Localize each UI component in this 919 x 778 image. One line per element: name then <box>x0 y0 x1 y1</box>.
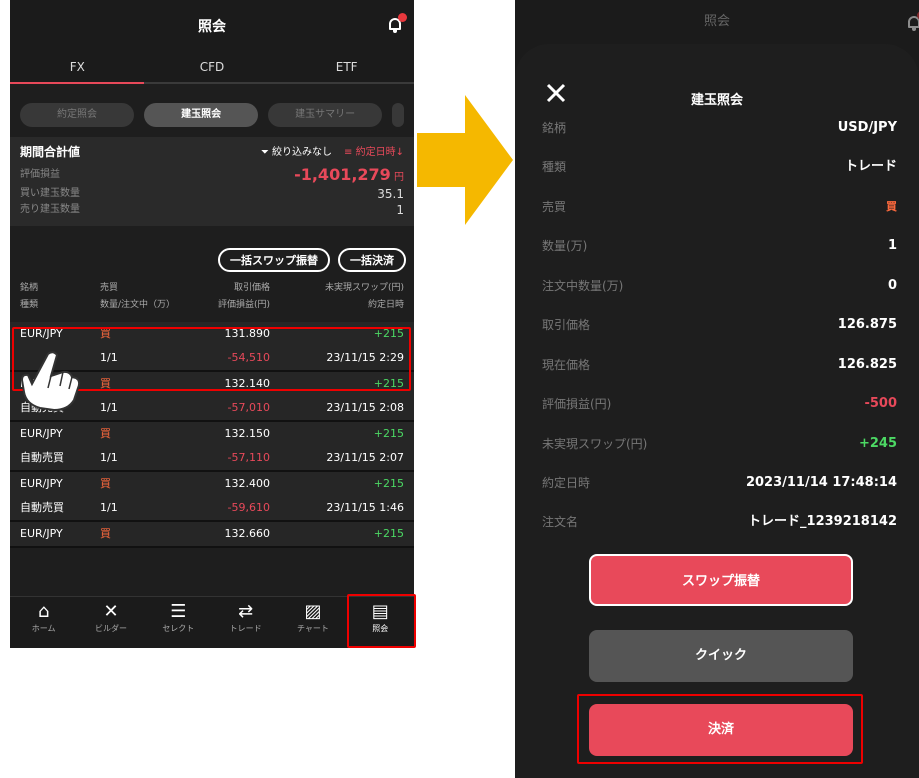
detail-row: 注文中数量(万) 0 <box>542 278 897 293</box>
bulk-swap-button[interactable]: 一括スワップ振替 <box>218 248 330 272</box>
segment-positions[interactable]: 建玉照会 <box>144 103 259 127</box>
position-row[interactable]: EUR/JPY 買 132.660 +215 <box>10 522 414 548</box>
detail-row: 数量(万) 1 <box>542 238 897 253</box>
chart-icon: ▨ <box>304 601 322 622</box>
position-row[interactable]: EUR/JPY 買 132.150 +215 自動売買 1/1 -57,110 23/11/… <box>10 422 414 472</box>
nav-home[interactable]: ⌂ ホーム <box>10 597 77 648</box>
detail-row: 約定日時 2023/11/14 17:48:14 <box>542 475 897 490</box>
nav-chart[interactable]: ▨ チャート <box>279 597 346 648</box>
nav-builder[interactable]: ✕ ビルダー <box>77 597 144 648</box>
sheet-title: 建玉照会 <box>690 93 743 108</box>
table-header: 銘柄 売買 取引価格 未実現スワップ(円) 種類 数量/注文中（万） 評価損益(円) 約定日… <box>20 283 404 310</box>
highlight-settle-button <box>577 694 863 764</box>
summary-row-buy: 買い建玉数量 35.1 <box>20 187 404 201</box>
position-detail-sheet: 建玉照会 銘柄 USD/JPY 種類 トレード 売買買 数量(万) 1 注文中数量(万… <box>515 44 919 778</box>
detail-row: 売買買 <box>542 200 897 214</box>
detail-row: 注文名 トレード_1239218142 <box>542 514 897 529</box>
segment-execution[interactable]: 約定照会 <box>20 103 135 127</box>
tab-fx[interactable]: FX <box>10 54 145 82</box>
bulk-actions: 一括スワップ振替 一括決済 <box>10 226 414 280</box>
select-icon: ☰ <box>170 601 187 622</box>
arrow-right-icon <box>417 95 513 225</box>
sort-button[interactable]: ≡ 約定日時↓ <box>344 143 404 160</box>
hand-pointer-icon <box>20 351 81 412</box>
tools-icon: ✕ <box>103 601 119 622</box>
filter-icon: ⏷ <box>260 147 273 158</box>
detail-row: 銘柄 USD/JPY <box>542 120 897 135</box>
page-title: 照会 <box>198 19 226 35</box>
nav-trade[interactable]: ⇄ トレード <box>212 597 279 648</box>
page-title: 照会 <box>703 14 730 29</box>
notification-bell-icon[interactable] <box>388 13 407 34</box>
summary-heading: 期間合計値 <box>20 145 81 159</box>
summary-row-pl: 評価損益 -1,401,279 円 <box>20 165 404 184</box>
tab-etf[interactable]: ETF <box>279 54 414 82</box>
trade-icon: ⇄ <box>238 601 254 622</box>
detail-row: 取引価格 126.875 <box>542 317 897 332</box>
tab-cfd[interactable]: CFD <box>145 54 280 82</box>
right-screen: 照会 建玉照会 銘柄 USD/JPY 種類 トレード 売買買 数量(万) 1 注文中数… <box>515 0 919 778</box>
active-tab-indicator <box>10 82 144 84</box>
filter-button[interactable]: ⏷ 絞り込みなし <box>261 143 332 160</box>
nav-select[interactable]: ☰ セレクト <box>145 597 212 648</box>
summary-row-sell: 売り建玉数量 1 <box>20 203 404 217</box>
detail-row: 種類 トレード <box>542 159 897 174</box>
segment-control: 約定照会 建玉照会 建玉サマリー <box>10 84 414 137</box>
notification-bell-icon <box>907 11 919 32</box>
segment-more[interactable] <box>392 103 404 127</box>
market-tabs: FX CFD ETF <box>10 54 414 84</box>
segment-summary[interactable]: 建玉サマリー <box>268 103 383 127</box>
swap-transfer-button[interactable]: スワップ振替 <box>589 554 853 606</box>
quick-button[interactable]: クイック <box>589 630 853 682</box>
period-summary: 期間合計値 ⏷ 絞り込みなし ≡ 約定日時↓ 評価損益 -1,401,279 円 … <box>10 137 414 226</box>
top-bar-dim: 照会 <box>515 0 919 44</box>
detail-row: 現在価格 126.825 <box>542 357 897 372</box>
highlight-nav-inquiry <box>347 594 416 648</box>
bulk-settle-button[interactable]: 一括決済 <box>338 248 406 272</box>
left-screen: 照会 FX CFD ETF 約定照会 建玉照会 建玉サマリー 期間合計値 ⏷ 絞… <box>10 0 414 648</box>
sort-icon: ≡ <box>344 147 356 158</box>
position-row[interactable]: EUR/JPY 買 132.400 +215 自動売買 1/1 -59,610 23/11/… <box>10 472 414 522</box>
detail-row: 未実現スワップ(円) +245 <box>542 436 897 451</box>
top-bar: 照会 <box>10 0 414 54</box>
detail-row: 評価損益(円) -500 <box>542 396 897 411</box>
home-icon: ⌂ <box>37 601 50 622</box>
